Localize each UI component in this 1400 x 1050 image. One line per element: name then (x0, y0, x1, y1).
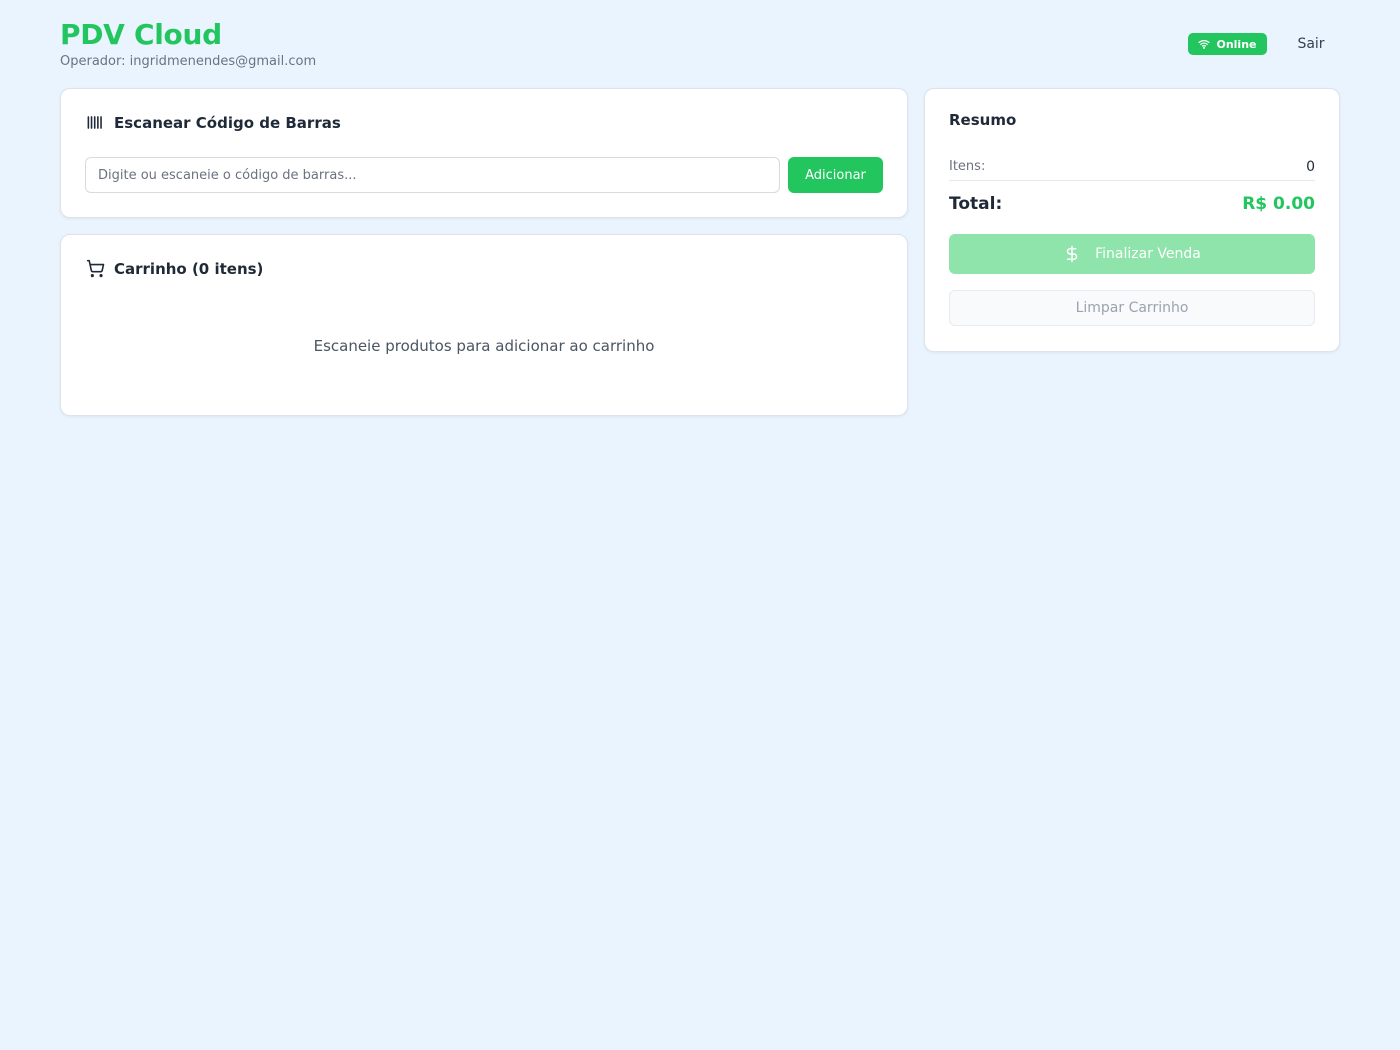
finalize-sale-label: Finalizar Venda (1095, 246, 1201, 262)
status-badge-label: Online (1216, 37, 1257, 51)
dollar-icon (1066, 245, 1078, 263)
app-title: PDV Cloud (60, 18, 222, 51)
shopping-cart-icon (86, 259, 105, 278)
total-row: Total: R$ 0.00 (949, 190, 1315, 218)
scanner-title-label: Escanear Código de Barras (114, 113, 341, 132)
scanner-title: Escanear Código de Barras (86, 113, 341, 132)
barcode-input[interactable] (85, 157, 780, 193)
barcode-icon (87, 116, 102, 129)
add-button[interactable]: Adicionar (788, 157, 883, 193)
items-count: 0 (1306, 158, 1315, 175)
operator-info: Operador: ingridmenendes@gmail.com (60, 54, 317, 69)
finalize-sale-button[interactable]: Finalizar Venda (949, 234, 1315, 274)
status-badge: Online (1188, 33, 1267, 55)
barcode-scanner-panel: Escanear Código de Barras Adicionar (60, 88, 908, 218)
clear-cart-button[interactable]: Limpar Carrinho (949, 290, 1315, 326)
wifi-icon (1198, 40, 1211, 49)
app-header: PDV Cloud Operador: ingridmenendes@gmail… (60, 18, 1340, 74)
cart-empty-message: Escaneie produtos para adicionar ao carr… (313, 337, 655, 355)
items-row: Itens: 0 (949, 153, 1315, 181)
total-value: R$ 0.00 (1242, 194, 1315, 214)
cart-title-label: Carrinho (0 itens) (114, 259, 264, 278)
summary-title: Resumo (949, 111, 1017, 129)
logout-button[interactable]: Sair (1286, 33, 1336, 55)
items-label: Itens: (949, 159, 986, 174)
summary-panel: Resumo Itens: 0 Total: R$ 0.00 Finalizar… (924, 88, 1340, 352)
cart-panel: Carrinho (0 itens) Escaneie produtos par… (60, 234, 908, 416)
cart-title: Carrinho (0 itens) (86, 259, 263, 278)
total-label: Total: (949, 194, 1003, 214)
